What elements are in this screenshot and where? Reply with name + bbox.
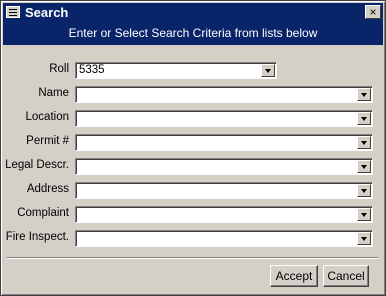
legal-descr-label: Legal Descr. [5, 159, 69, 171]
window-title: Search [25, 5, 69, 20]
fire-inspect-label: Fire Inspect. [5, 231, 69, 243]
chevron-down-icon [361, 237, 367, 241]
fire-inspect-combo[interactable] [75, 230, 373, 247]
accept-button[interactable]: Accept [270, 265, 318, 287]
legal-descr-dropdown-button[interactable] [357, 160, 371, 173]
divider [7, 257, 378, 259]
roll-dropdown-button[interactable] [261, 64, 275, 77]
complaint-label: Complaint [17, 207, 69, 219]
complaint-dropdown-button[interactable] [357, 208, 371, 221]
name-combo[interactable] [75, 86, 373, 103]
name-label: Name [38, 87, 69, 99]
chevron-down-icon [361, 141, 367, 145]
location-combo[interactable] [75, 110, 373, 127]
location-label: Location [25, 111, 69, 123]
location-dropdown-button[interactable] [357, 112, 371, 125]
address-label: Address [26, 183, 69, 195]
chevron-down-icon [361, 189, 367, 193]
complaint-combo[interactable] [75, 206, 373, 223]
form-icon [6, 6, 20, 18]
roll-label: Roll [49, 63, 69, 75]
permit-combo[interactable] [75, 134, 373, 151]
cancel-button[interactable]: Cancel [323, 265, 369, 287]
instruction-banner: Enter or Select Search Criteria from lis… [3, 22, 383, 45]
title-bar[interactable]: Search × [3, 3, 383, 22]
chevron-down-icon [265, 69, 271, 73]
permit-dropdown-button[interactable] [357, 136, 371, 149]
address-dropdown-button[interactable] [357, 184, 371, 197]
permit-label: Permit # [26, 135, 69, 147]
close-button[interactable]: × [365, 5, 381, 19]
address-combo[interactable] [75, 182, 373, 199]
roll-value: 5335 [79, 64, 105, 76]
search-dialog: Search × Enter or Select Search Criteria… [0, 0, 386, 296]
name-dropdown-button[interactable] [357, 88, 371, 101]
legal-descr-combo[interactable] [75, 158, 373, 175]
chevron-down-icon [361, 165, 367, 169]
chevron-down-icon [361, 213, 367, 217]
fire-inspect-dropdown-button[interactable] [357, 232, 371, 245]
roll-combo[interactable]: 5335 [75, 62, 277, 79]
chevron-down-icon [361, 93, 367, 97]
chevron-down-icon [361, 117, 367, 121]
